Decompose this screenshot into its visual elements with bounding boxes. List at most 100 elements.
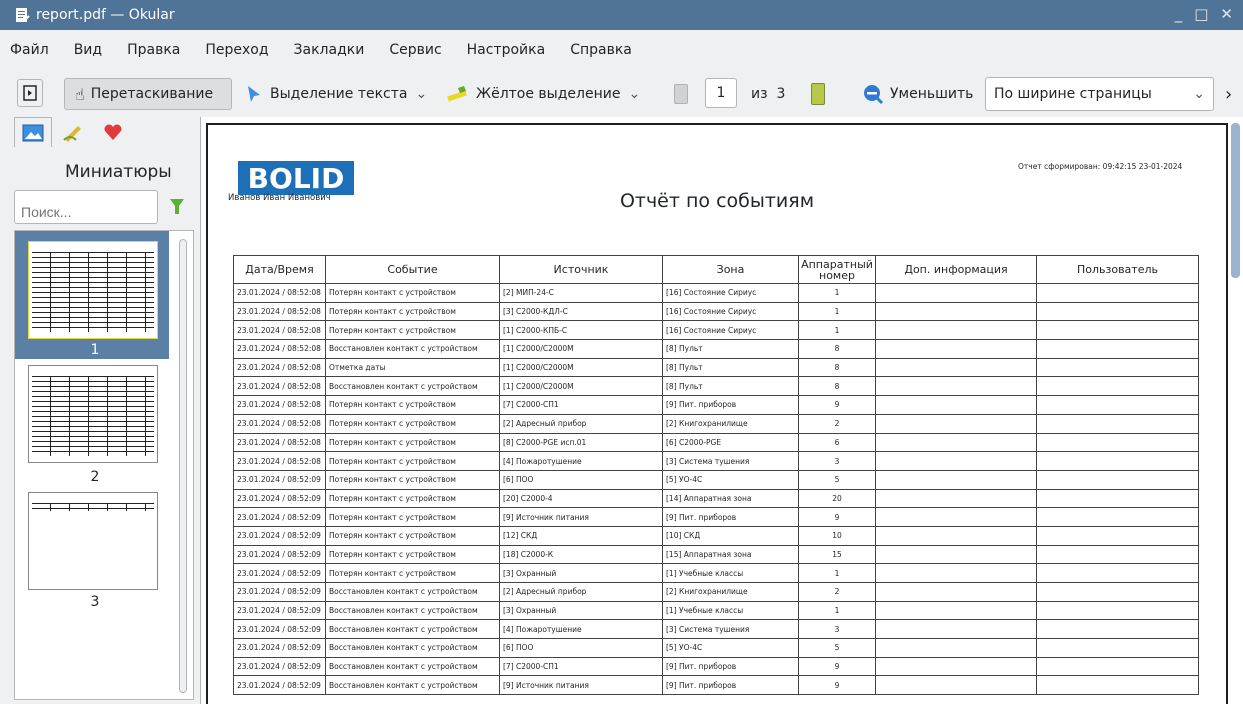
table-cell: Потерян контакт с устройством (325, 488, 500, 509)
table-cell (1036, 395, 1199, 415)
table-cell: Потерян контакт с устройством (325, 395, 500, 415)
table-row: 23.01.2024 / 08:52:08 Потерян контакт с у… (233, 283, 1199, 303)
zoom-out-label: Уменьшить (890, 86, 974, 102)
menu-view[interactable]: Вид (74, 42, 102, 58)
close-icon[interactable]: ✕ (1220, 5, 1233, 23)
col-hw-number: Аппаратный номер (798, 255, 876, 284)
table-row: 23.01.2024 / 08:52:09 Восстановлен контак… (233, 582, 1199, 602)
page-number-input[interactable]: 1 (705, 78, 737, 108)
zoom-out-icon (864, 85, 884, 105)
table-cell: 23.01.2024 / 08:52:09 (233, 638, 326, 658)
thumbnails-tab[interactable] (14, 117, 52, 147)
table-cell: Потерян контакт с устройством (325, 283, 500, 303)
page-thumbnail-2[interactable] (28, 365, 158, 463)
next-page-button[interactable] (811, 83, 825, 105)
table-row: 23.01.2024 / 08:52:09 Потерян контакт с у… (233, 488, 1199, 509)
window-title: report.pdf — Okular (36, 7, 175, 23)
chevron-down-icon[interactable]: ⌄ (415, 86, 427, 102)
bookmarks-tab[interactable] (94, 117, 132, 147)
pen-icon (63, 126, 81, 142)
document-view[interactable]: BOLID Иванов Иван Иванович Отчёт по собы… (200, 117, 1243, 704)
page-number-value: 1 (716, 85, 726, 101)
toggle-sidebar-button[interactable] (17, 79, 43, 107)
browse-drag-button[interactable]: ☝ Перетаскивание (64, 78, 232, 110)
table-cell: 23.01.2024 / 08:52:09 (233, 656, 326, 677)
toolbar-overflow-icon[interactable]: › (1225, 78, 1232, 110)
table-cell (875, 395, 1037, 415)
maximize-icon[interactable]: □ (1194, 5, 1208, 23)
table-row: 23.01.2024 / 08:52:09 Восстановлен контак… (233, 656, 1199, 677)
zoom-mode-value: По ширине страницы (994, 86, 1152, 102)
table-cell (875, 339, 1037, 359)
table-cell: [2] Адресный прибор (499, 582, 663, 602)
table-cell (875, 525, 1037, 546)
zoom-out-button[interactable]: Уменьшить (862, 78, 973, 110)
menu-go[interactable]: Переход (205, 42, 268, 58)
menu-tools[interactable]: Сервис (389, 42, 441, 58)
drag-label: Перетаскивание (90, 86, 214, 102)
table-cell: [6] C2000-PGE (662, 432, 799, 453)
table-cell (875, 357, 1037, 378)
table-cell: 23.01.2024 / 08:52:08 (233, 451, 326, 471)
page-count: из 3 (751, 78, 785, 110)
table-cell: [8] C2000-PGE исп.01 (499, 432, 663, 453)
menu-bookmarks[interactable]: Закладки (294, 42, 365, 58)
table-cell: [8] Пульт (662, 376, 799, 397)
text-selection-tool[interactable]: Выделение текста ⌄ (246, 78, 427, 110)
table-cell: 23.01.2024 / 08:52:08 (233, 283, 326, 303)
table-cell: [16] Состояние Сириус (662, 301, 799, 322)
table-cell: [9] Источник питания (499, 675, 663, 696)
table-cell (1036, 469, 1199, 490)
sidebar: Миниатюры 1 2 3 (0, 117, 200, 704)
chevron-down-icon[interactable]: ⌄ (628, 86, 640, 102)
menu-file[interactable]: Файл (10, 42, 49, 58)
table-cell (875, 451, 1037, 471)
table-cell: [14] Аппаратная зона (662, 488, 799, 509)
previous-page-button[interactable] (674, 84, 688, 104)
table-cell: 3 (798, 451, 876, 471)
table-cell: 23.01.2024 / 08:52:09 (233, 525, 326, 546)
table-cell: [1] С2000/С2000М (499, 339, 663, 359)
thumbnail-search-input[interactable] (14, 190, 158, 224)
hand-icon: ☝ (75, 84, 85, 104)
chevron-down-icon: ⌄ (1193, 86, 1205, 102)
table-cell: Потерян контакт с устройством (325, 544, 500, 565)
table-cell (875, 675, 1037, 696)
table-cell (875, 301, 1037, 322)
minimize-icon[interactable]: _ (1175, 5, 1183, 23)
report-title: Отчёт по событиям (619, 190, 815, 212)
thumbnail-scrollbar[interactable] (179, 239, 187, 693)
table-cell (1036, 507, 1199, 527)
table-cell: Потерян контакт с устройством (325, 563, 500, 583)
table-cell: [8] Пульт (662, 357, 799, 378)
document-scrollbar[interactable] (1231, 123, 1240, 278)
table-cell: Восстановлен контакт с устройством (325, 376, 500, 397)
table-cell (875, 507, 1037, 527)
table-row: 23.01.2024 / 08:52:08 Потерян контакт с у… (233, 395, 1199, 415)
annotations-tab[interactable] (54, 117, 92, 147)
yellow-highlight-tool[interactable]: Жёлтое выделение ⌄ (446, 78, 640, 110)
table-cell: Потерян контакт с устройством (325, 413, 500, 434)
table-cell (875, 376, 1037, 397)
menu-edit[interactable]: Правка (127, 42, 180, 58)
table-cell: Восстановлен контакт с устройством (325, 675, 500, 696)
main-toolbar: ☝ Перетаскивание Выделение текста ⌄ Жёлт… (0, 75, 1243, 115)
table-cell (875, 638, 1037, 658)
filter-icon[interactable] (170, 199, 184, 215)
table-row: 23.01.2024 / 08:52:09 Потерян контакт с у… (233, 544, 1199, 565)
menu-settings[interactable]: Настройка (467, 42, 546, 58)
table-cell: Потерян контакт с устройством (325, 507, 500, 527)
page-thumbnail-3[interactable] (28, 492, 158, 590)
table-cell: [2] Адресный прибор (499, 413, 663, 434)
page-thumbnail-1[interactable] (28, 241, 158, 339)
table-row: 23.01.2024 / 08:52:09 Потерян контакт с у… (233, 563, 1199, 583)
table-cell: [9] Пит. приборов (662, 675, 799, 696)
table-cell: 23.01.2024 / 08:52:08 (233, 376, 326, 397)
table-cell: 9 (798, 675, 876, 696)
table-row: 23.01.2024 / 08:52:09 Потерян контакт с у… (233, 507, 1199, 527)
table-cell: 23.01.2024 / 08:52:08 (233, 432, 326, 453)
thumbnail-list[interactable]: 1 2 3 (14, 230, 194, 700)
menu-help[interactable]: Справка (570, 42, 632, 58)
col-source: Источник (499, 255, 663, 284)
zoom-mode-select[interactable]: По ширине страницы ⌄ (985, 77, 1214, 111)
